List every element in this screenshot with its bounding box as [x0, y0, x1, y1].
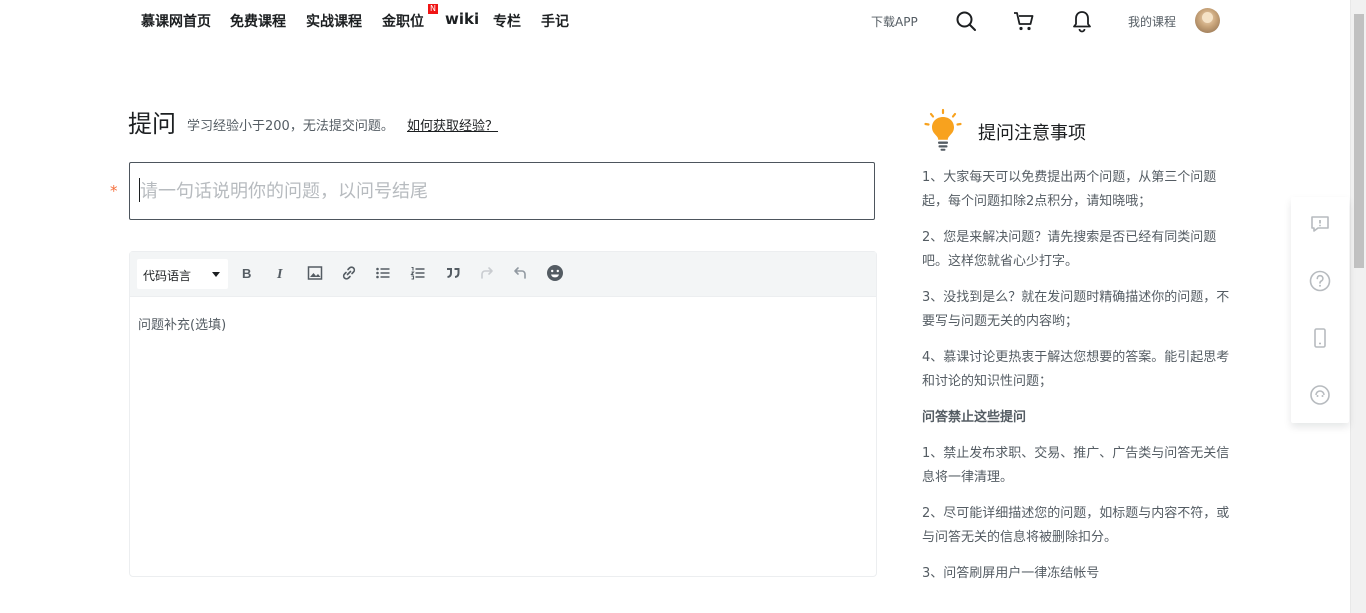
nav-free-courses[interactable]: 免费课程 — [230, 11, 286, 31]
emoji-icon[interactable] — [545, 263, 565, 283]
tip-item: 3、没找到是么？就在发问题时精确描述你的问题，不要写与问题无关的内容哟； — [922, 290, 1230, 329]
cart-icon[interactable] — [1012, 9, 1036, 33]
undo-icon[interactable] — [510, 263, 530, 283]
support-icon[interactable] — [1308, 383, 1332, 407]
chevron-down-icon — [212, 272, 220, 277]
quote-icon[interactable] — [443, 263, 463, 283]
tips-title: 提问注意事项 — [978, 123, 1086, 144]
search-icon[interactable] — [954, 9, 978, 33]
tip-item: 4、慕课讨论更热衷于解达您想要的答案。能引起思考和讨论的知识性问题； — [922, 350, 1230, 389]
download-app-link[interactable]: 下载APP — [871, 13, 918, 30]
page-title: 提问 — [128, 110, 176, 138]
tip-item: 1、大家每天可以免费提出两个问题，从第三个问题起，每个问题扣除2点积分，请知晓哦… — [922, 170, 1217, 209]
redo-icon[interactable] — [477, 263, 497, 283]
tip-item: 2、您是来解决问题？请先搜索是否已经有同类问题吧。这样您就省心少打字。 — [922, 230, 1217, 269]
bell-icon[interactable] — [1070, 9, 1094, 33]
new-badge: N — [428, 4, 438, 14]
italic-icon[interactable]: I — [271, 263, 291, 283]
side-toolbar — [1291, 197, 1349, 423]
link-icon[interactable] — [339, 263, 359, 283]
bold-icon[interactable]: B — [237, 263, 257, 283]
question-editor: 代码语言 B I 问题补充(选填) — [129, 251, 877, 577]
avatar[interactable] — [1195, 8, 1220, 33]
nav-practical-courses[interactable]: 实战课程 — [306, 11, 362, 31]
svg-text:I: I — [276, 267, 283, 281]
forbidden-item: 1、禁止发布求职、交易、推广、广告类与问答无关信息将一律清理。 — [922, 446, 1230, 485]
experience-hint: 学习经验小于200，无法提交问题。 — [187, 119, 394, 134]
editor-toolbar: 代码语言 B I — [130, 252, 876, 297]
lightbulb-icon — [922, 108, 964, 154]
nav-column[interactable]: 专栏 — [493, 11, 521, 31]
tips-list: 1、大家每天可以免费提出两个问题，从第三个问题起，每个问题扣除2点积分，请知晓哦… — [922, 166, 1242, 598]
top-nav: 慕课网首页 免费课程 实战课程 金职位 N wiki 专栏 手记 下载APP 我… — [0, 0, 1350, 40]
required-mark: * — [110, 182, 118, 200]
text-caret — [139, 178, 140, 202]
forbidden-item: 3、问答刷屏用户一律冻结帐号 — [922, 566, 1100, 581]
nav-wiki[interactable]: wiki — [445, 10, 479, 28]
code-language-label: 代码语言 — [143, 269, 192, 283]
editor-body-placeholder[interactable]: 问题补充(选填) — [138, 314, 226, 333]
nav-job[interactable]: 金职位 — [382, 11, 424, 31]
nav-home[interactable]: 慕课网首页 — [141, 11, 211, 31]
code-language-select[interactable]: 代码语言 — [137, 259, 228, 289]
page-scrollbar[interactable] — [1350, 0, 1366, 613]
help-icon[interactable] — [1308, 269, 1332, 293]
mobile-icon[interactable] — [1308, 326, 1332, 350]
svg-text:B: B — [242, 266, 251, 281]
feedback-icon[interactable] — [1308, 212, 1332, 236]
image-icon[interactable] — [305, 263, 325, 283]
nav-notes[interactable]: 手记 — [541, 11, 569, 31]
forbidden-item: 2、尽可能详细描述您的问题，如标题与内容不符，或与问答无关的信息将被删除扣分。 — [922, 506, 1230, 545]
my-courses-link[interactable]: 我的课程 — [1128, 13, 1176, 30]
numbered-list-icon[interactable] — [408, 263, 428, 283]
question-title-input[interactable] — [129, 162, 875, 220]
forbidden-heading: 问答禁止这些提问 — [922, 410, 1027, 425]
scrollbar-thumb[interactable] — [1354, 14, 1364, 268]
bullet-list-icon[interactable] — [373, 263, 393, 283]
how-to-get-experience-link[interactable]: 如何获取经验？ — [407, 115, 498, 134]
